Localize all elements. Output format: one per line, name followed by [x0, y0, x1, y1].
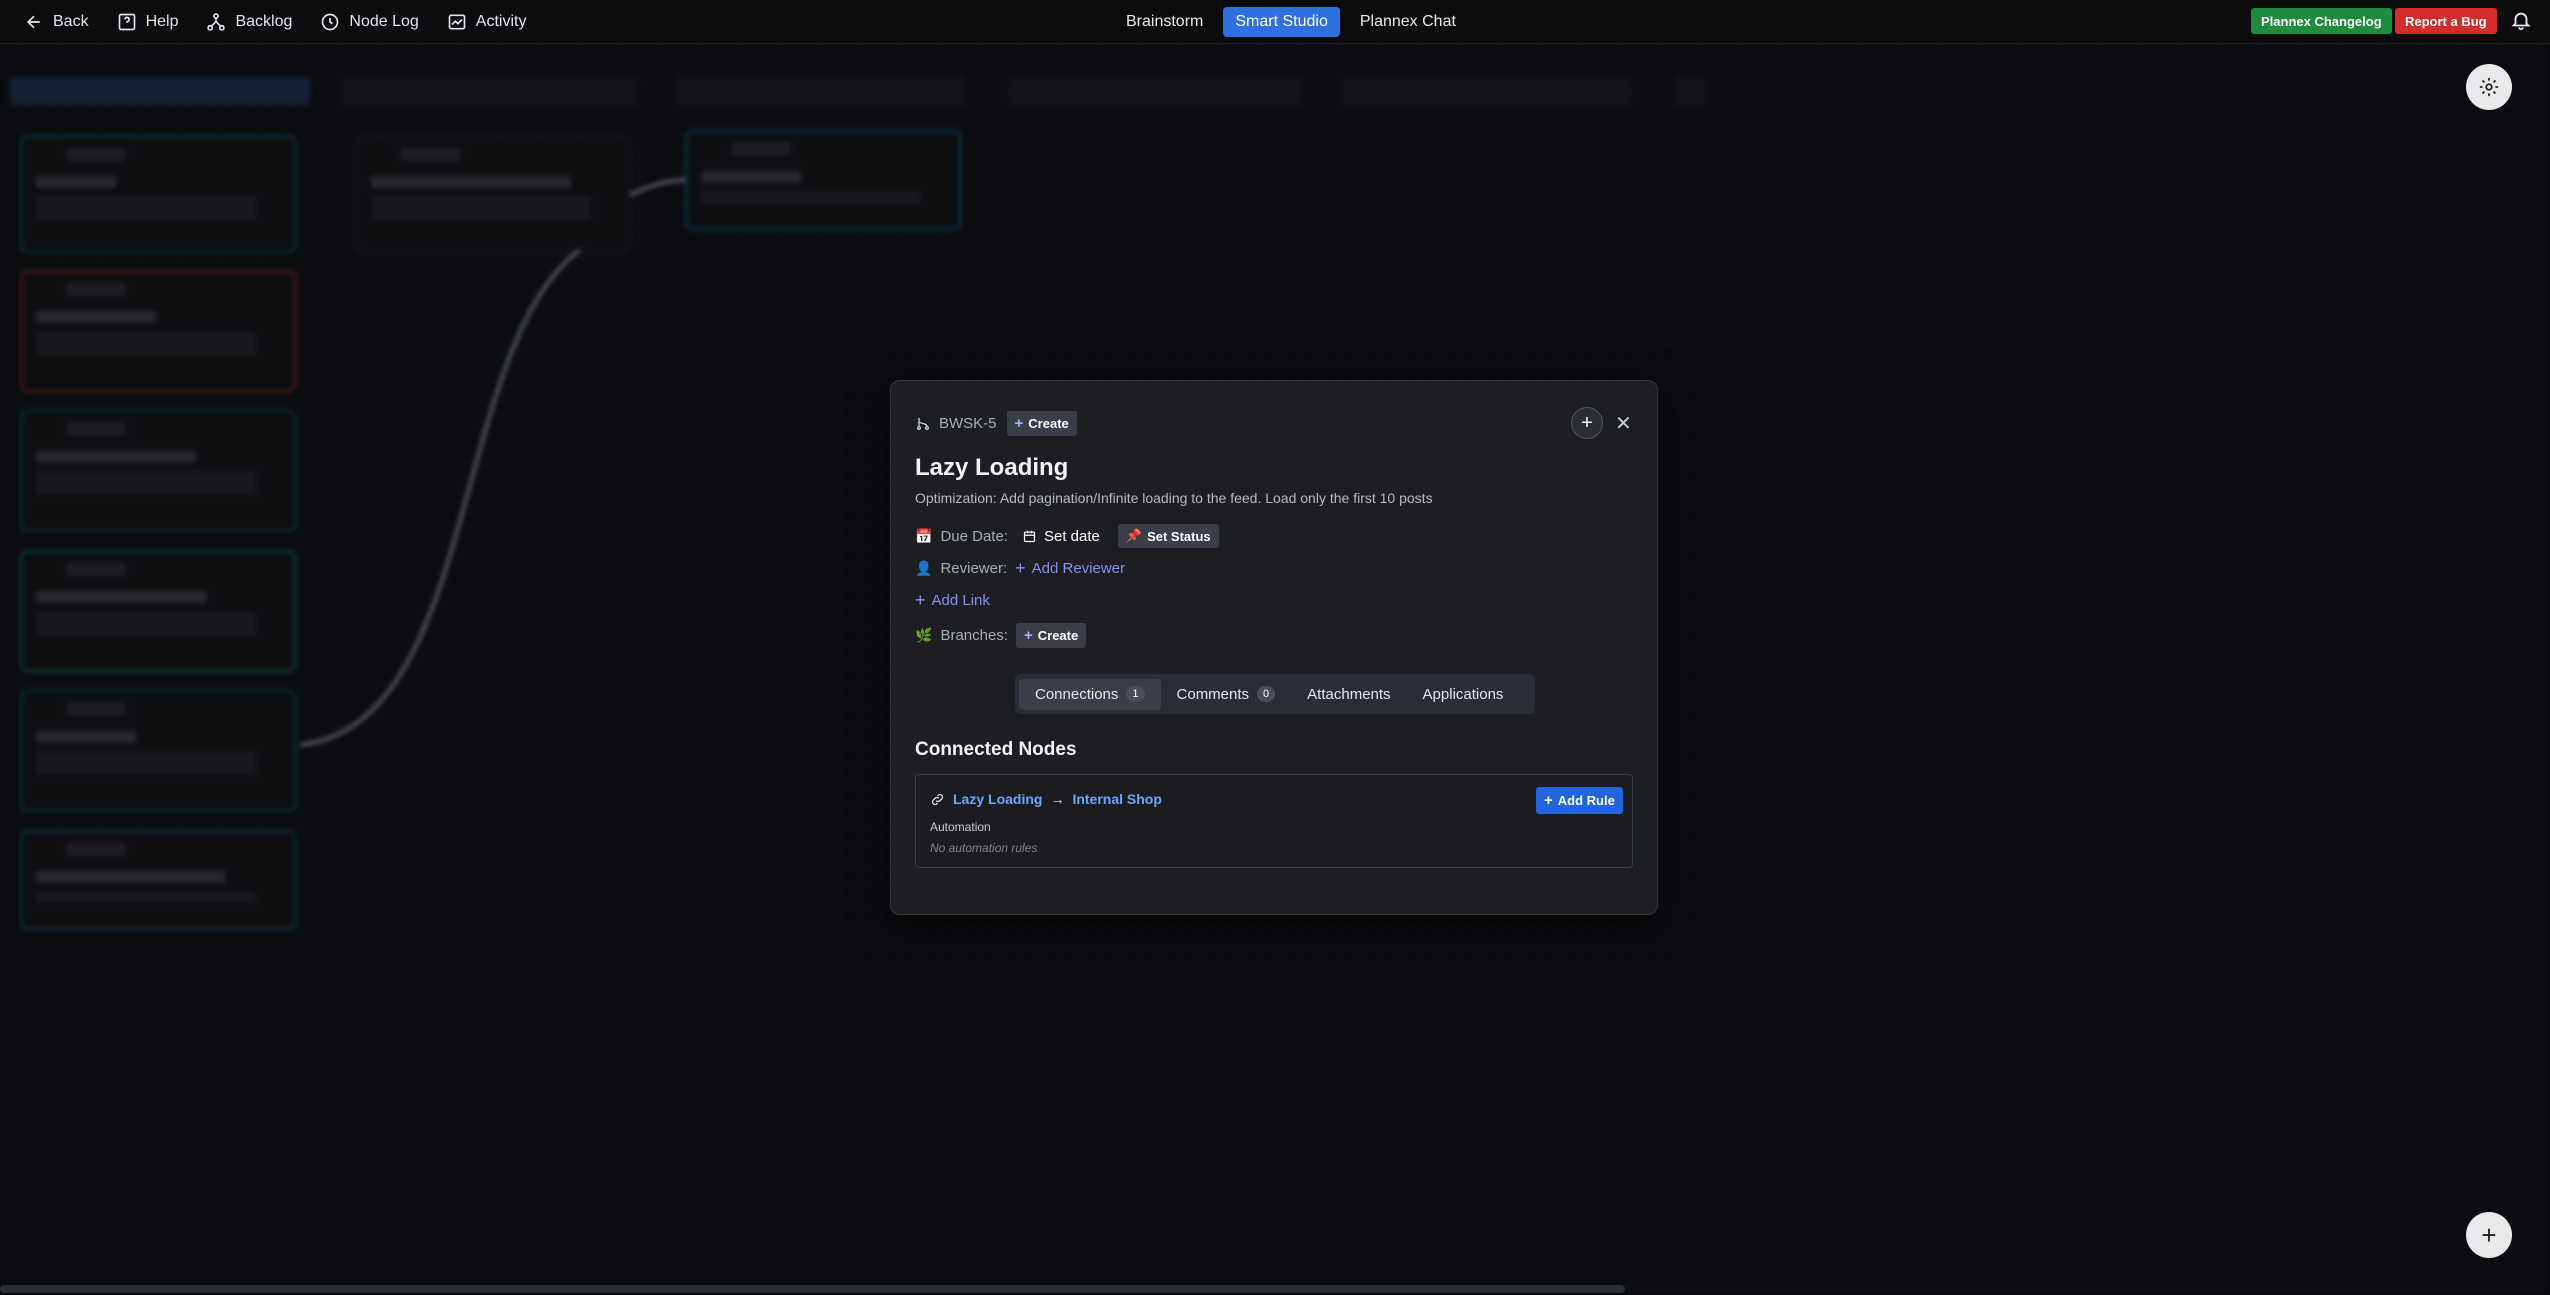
add-reviewer-button[interactable]: + Add Reviewer	[1015, 558, 1125, 579]
tab-smart-studio[interactable]: Smart Studio	[1223, 7, 1340, 37]
bell-icon	[2511, 12, 2531, 31]
activity-button[interactable]: Activity	[437, 0, 537, 44]
clock-icon	[322, 13, 339, 30]
branches-label: Branches:	[940, 627, 1008, 644]
reviewer-row: 👤 Reviewer: + Add Reviewer	[915, 558, 1125, 579]
plus-icon: +	[1015, 558, 1026, 578]
plus-icon: +	[1023, 627, 1033, 644]
add-button[interactable]: +	[1571, 407, 1603, 439]
add-link-row: + Add Link	[915, 590, 990, 611]
link-icon	[932, 793, 943, 805]
add-node-button[interactable]: +	[2466, 1212, 2512, 1258]
node-description[interactable]: Optimization: Add pagination/Infinite lo…	[915, 490, 1433, 506]
tab-brainstorm[interactable]: Brainstorm	[1114, 7, 1215, 37]
add-rule-label: Add Rule	[1557, 793, 1615, 808]
count-badge: 1	[1126, 686, 1145, 702]
tab-applications[interactable]: Applications	[1407, 679, 1520, 710]
activity-label: Activity	[475, 12, 527, 30]
notifications-button[interactable]	[2510, 9, 2534, 33]
node-detail-modal: BWSK-5 + Create + ✕ Lazy Loading Optimiz…	[890, 380, 1658, 915]
due-date-label: Due Date:	[940, 527, 1008, 545]
horizontal-scrollbar[interactable]	[0, 1285, 1625, 1293]
settings-button[interactable]	[2466, 64, 2512, 110]
calendar-outline-icon	[1023, 530, 1036, 542]
back-label: Back	[53, 12, 89, 30]
node-title[interactable]: Lazy Loading	[915, 454, 1068, 482]
arrow-icon: →	[1050, 791, 1065, 807]
reviewer-label: Reviewer:	[940, 560, 1008, 577]
plus-icon: +	[915, 590, 926, 610]
connection-card: Lazy Loading → Internal Shop + Add Rule …	[915, 774, 1633, 868]
node-log-label: Node Log	[349, 12, 419, 30]
gear-icon	[2479, 77, 2499, 97]
add-link-button[interactable]: + Add Link	[915, 590, 990, 611]
tab-label: Connections	[1035, 685, 1119, 703]
backlog-label: Backlog	[235, 12, 293, 30]
tab-label: Attachments	[1307, 685, 1391, 703]
tab-plannex-chat[interactable]: Plannex Chat	[1348, 7, 1468, 37]
report-bug-button[interactable]: Report a Bug	[2395, 8, 2497, 34]
add-rule-button[interactable]: + Add Rule	[1536, 787, 1623, 814]
help-icon	[118, 13, 135, 30]
nodes-icon	[207, 12, 226, 31]
back-button[interactable]: Back	[14, 0, 99, 44]
top-bar: Back Help Backlog Node Log Activity Brai…	[0, 0, 2550, 44]
plus-icon: +	[2481, 1219, 2497, 1250]
tab-label: Applications	[1422, 685, 1504, 703]
tab-label: Comments	[1176, 685, 1250, 703]
add-link-label: Add Link	[931, 592, 990, 609]
tab-connections[interactable]: Connections 1	[1019, 678, 1161, 710]
set-date-button[interactable]: Set date	[1022, 528, 1100, 545]
node-id: BWSK-5	[939, 415, 997, 432]
branch-icon	[917, 417, 929, 430]
plus-icon: +	[1544, 792, 1553, 809]
branches-row: 🌿 Branches: + Create	[915, 623, 1087, 648]
node-log-button[interactable]: Node Log	[310, 0, 428, 44]
pin-icon: 📌	[1125, 528, 1143, 543]
help-label: Help	[145, 12, 179, 30]
create-branch-button[interactable]: + Create	[1006, 411, 1077, 436]
set-status-button[interactable]: 📌 Set Status	[1117, 524, 1219, 548]
add-reviewer-label: Add Reviewer	[1031, 560, 1126, 577]
connection-from-link[interactable]: Lazy Loading	[953, 791, 1042, 807]
close-button[interactable]: ✕	[1615, 411, 1632, 436]
detail-tabs: Connections 1 Comments 0 Attachments App…	[1015, 674, 1535, 714]
plus-icon: +	[1014, 415, 1024, 432]
user-icon: 👤	[915, 560, 933, 576]
branches-create-label: Create	[1037, 628, 1079, 643]
tab-attachments[interactable]: Attachments	[1291, 679, 1406, 710]
sprout-icon: 🌿	[915, 627, 933, 643]
changelog-button[interactable]: Plannex Changelog	[2251, 8, 2392, 34]
due-date-row: 📅 Due Date: Set date 📌 Set Status	[915, 524, 1219, 548]
count-badge: 0	[1257, 686, 1276, 702]
tab-comments[interactable]: Comments 0	[1161, 679, 1292, 710]
automation-label: Automation	[930, 820, 991, 834]
arrow-left-icon	[26, 15, 40, 28]
node-header: BWSK-5 + Create	[915, 411, 1077, 436]
plus-icon: +	[1581, 411, 1593, 434]
set-status-label: Set Status	[1147, 528, 1211, 544]
automation-empty-text: No automation rules	[930, 841, 1038, 855]
connection-to-link[interactable]: Internal Shop	[1072, 791, 1161, 807]
close-icon: ✕	[1615, 413, 1632, 435]
create-branch-button-2[interactable]: + Create	[1015, 623, 1087, 648]
activity-icon	[448, 14, 466, 29]
create-label: Create	[1028, 416, 1069, 431]
set-date-label: Set date	[1043, 527, 1100, 545]
connection-link: Lazy Loading → Internal Shop	[930, 791, 1162, 807]
help-button[interactable]: Help	[107, 0, 189, 44]
calendar-icon: 📅	[915, 527, 933, 544]
connected-nodes-title: Connected Nodes	[915, 739, 1077, 760]
mode-tabs: Brainstorm Smart Studio Plannex Chat	[1114, 0, 1468, 44]
backlog-button[interactable]: Backlog	[196, 0, 302, 44]
